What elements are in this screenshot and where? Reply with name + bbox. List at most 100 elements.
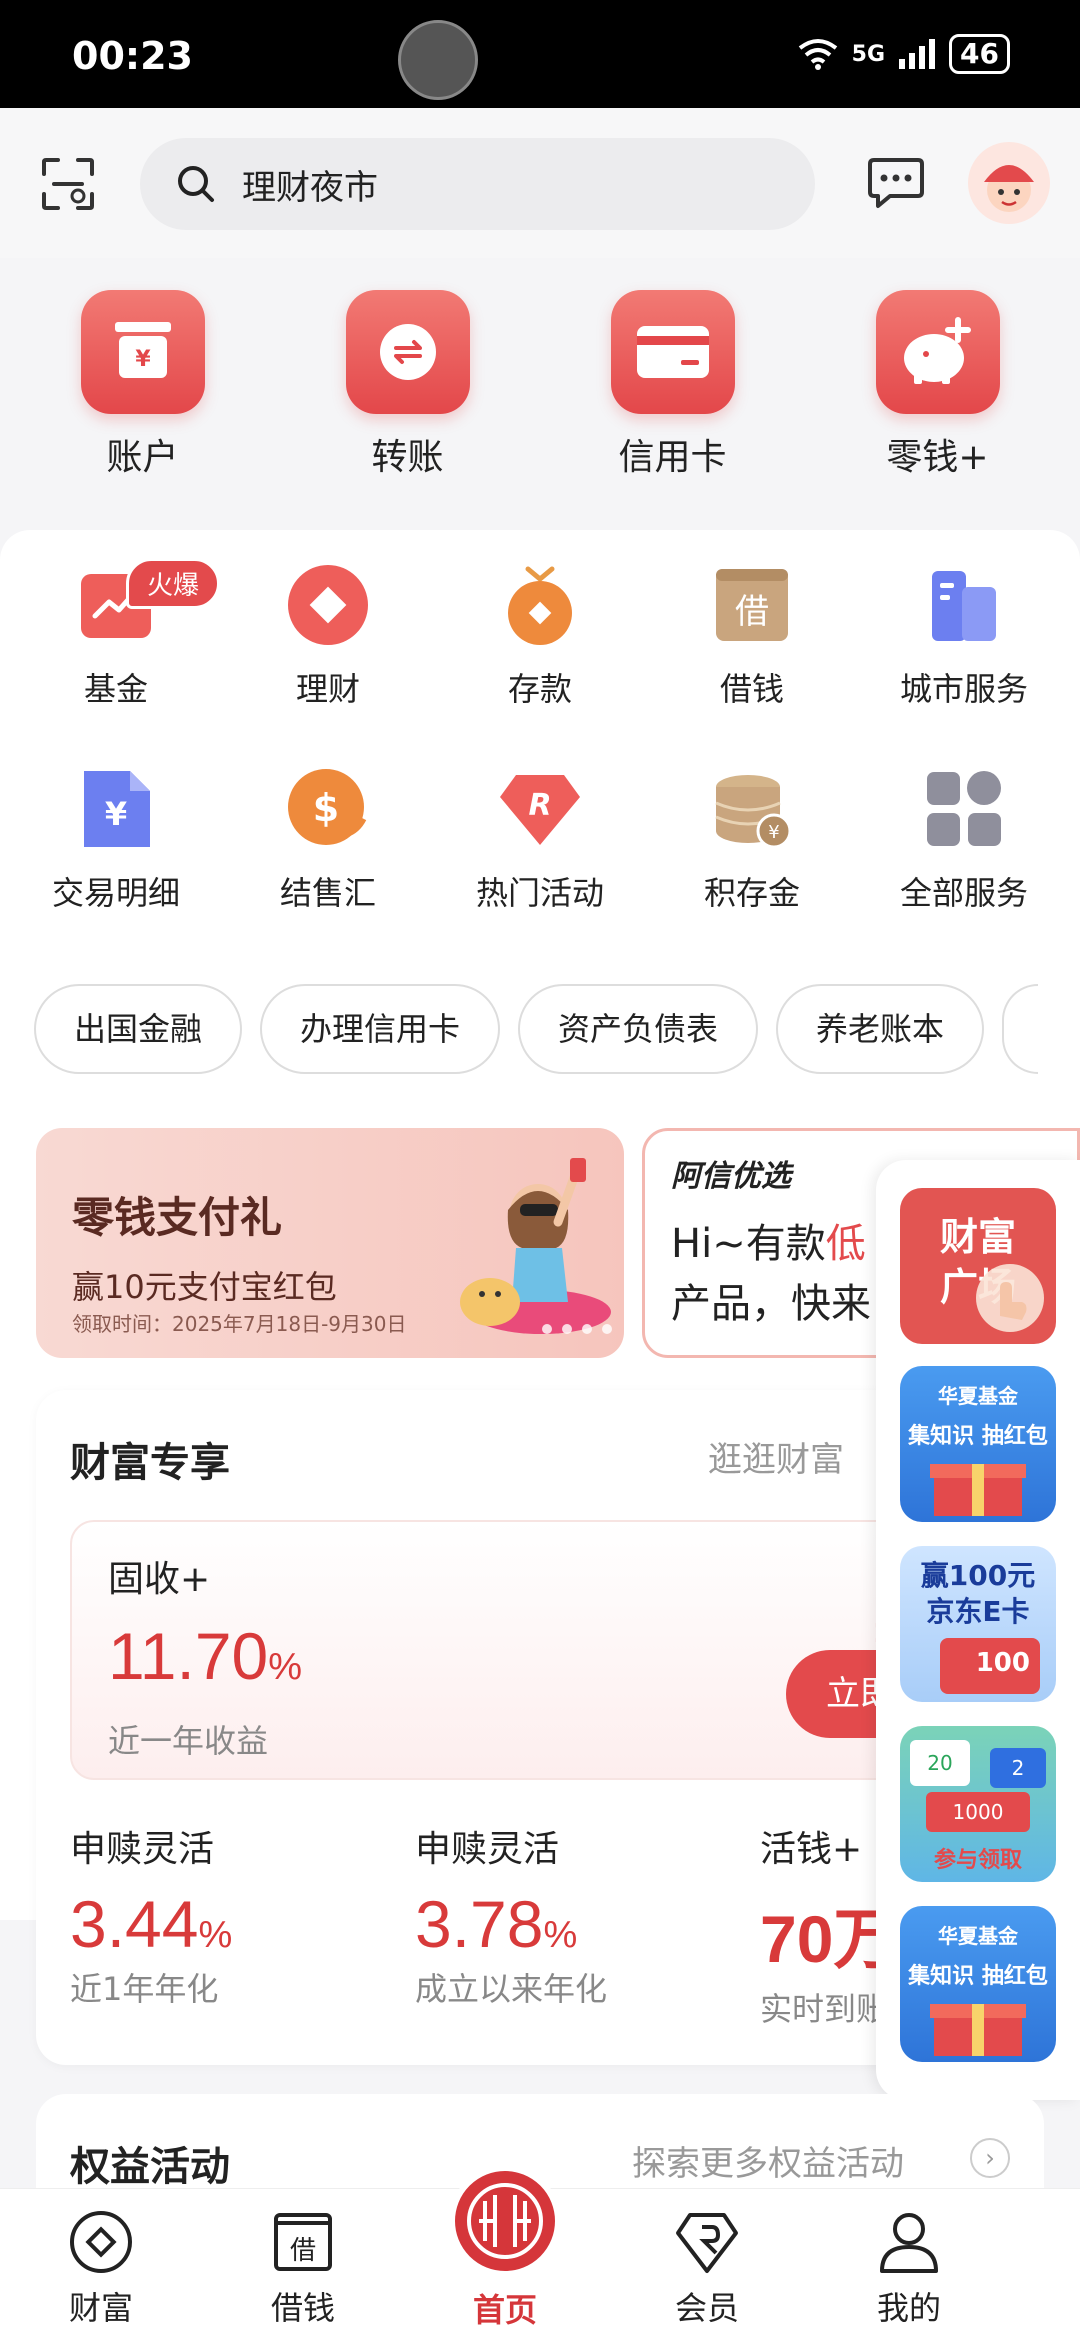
shortcut-transfer[interactable]: 转账 xyxy=(275,290,540,510)
service-label: 积存金 xyxy=(703,874,800,912)
float-huaxia-fund[interactable]: 华夏基金 集知识 抽红包 xyxy=(900,1366,1056,1522)
jd-card-amount: 100 xyxy=(940,1638,1040,1694)
service-label: 城市服务 xyxy=(899,670,1028,708)
banner2-line1: Hi~有款低 xyxy=(671,1221,866,1267)
credit-card-icon xyxy=(610,290,735,414)
chevron-right-icon[interactable]: › xyxy=(970,2138,1010,2178)
service-wealth[interactable]: 理财 xyxy=(222,560,434,710)
shortcut-account[interactable]: ¥ 账户 xyxy=(10,290,275,510)
wealth-nav-icon xyxy=(70,2211,132,2273)
nav-member[interactable]: 会员 xyxy=(606,2189,808,2340)
transfer-icon xyxy=(345,290,470,414)
gold-accumulation-icon: ¥ xyxy=(707,764,797,854)
svg-text:$: $ xyxy=(313,786,339,830)
svg-text:¥: ¥ xyxy=(135,347,151,372)
search-placeholder: 理财夜市 xyxy=(242,167,378,208)
status-icons: 5G 46 xyxy=(798,34,1010,74)
top-shortcuts: ¥ 账户 转账 信用卡 零钱+ xyxy=(0,290,1080,510)
rights-more-link[interactable]: 探索更多权益活动 xyxy=(632,2136,904,2185)
header: 理财夜市 xyxy=(0,108,1080,258)
shortcut-credit-card[interactable]: 信用卡 xyxy=(540,290,805,510)
scan-icon[interactable] xyxy=(40,156,96,212)
wallet-yuan-icon: ¥ xyxy=(80,290,205,414)
all-services-icon xyxy=(919,764,1009,854)
nav-home[interactable]: 首页 xyxy=(404,2165,606,2340)
float-huaxia-fund-2[interactable]: 华夏基金 集知识 抽红包 xyxy=(900,1906,1056,2062)
hot-badge: 火爆 xyxy=(126,558,221,609)
service-label: 理财 xyxy=(295,670,360,708)
chip-overseas-finance[interactable]: 出国金融 xyxy=(34,984,243,1074)
banner2-brand: 阿信优选 xyxy=(671,1159,791,1194)
status-center-avatar xyxy=(398,20,478,100)
gift-box-icon xyxy=(930,2004,1026,2056)
service-label: 基金 xyxy=(83,670,148,708)
service-label: 全部服务 xyxy=(899,874,1028,912)
section-title: 财富专享 xyxy=(70,1440,230,1486)
banner-title: 零钱支付礼 xyxy=(72,1193,283,1242)
service-transactions[interactable]: ¥ 交易明细 xyxy=(10,764,222,914)
floating-promo-panel: 财富广场 华夏基金 集知识 抽红包 赢100元 京东E卡 100 20 2 10… xyxy=(876,1160,1080,2100)
chip-apply-credit-card[interactable]: 办理信用卡 xyxy=(260,984,501,1074)
service-borrow[interactable]: 借 借钱 xyxy=(646,560,858,710)
col-label: 近1年年化 xyxy=(70,1970,219,2008)
product-rate: 11.70% xyxy=(108,1619,303,1693)
packet-2: 2 xyxy=(990,1748,1046,1788)
service-fx[interactable]: $ 结售汇 xyxy=(222,764,434,914)
svg-text:R: R xyxy=(528,788,551,823)
float-text: 赢100元 xyxy=(920,1559,1036,1592)
product-col[interactable]: 申赎灵活 3.44% 近1年年化 xyxy=(70,1820,415,2030)
service-label: 借钱 xyxy=(719,670,784,708)
chip-balance-sheet[interactable]: 资产负债表 xyxy=(518,984,759,1074)
borrow-nav-icon: 借 xyxy=(274,2213,332,2271)
packet-20: 20 xyxy=(910,1740,970,1786)
nav-label: 财富 xyxy=(68,2289,133,2327)
nav-label: 首页 xyxy=(472,2291,537,2329)
float-red-packet[interactable]: 20 2 1000 参与领取 xyxy=(900,1726,1056,1882)
network-type: 5G xyxy=(851,41,886,67)
col-rate: 3.44% xyxy=(70,1887,233,1961)
nav-borrow[interactable]: 借 借钱 xyxy=(202,2189,404,2340)
service-label: 结售汇 xyxy=(279,874,376,912)
nav-profile[interactable]: 我的 xyxy=(808,2189,1010,2340)
float-wealth-square[interactable]: 财富广场 xyxy=(900,1188,1056,1344)
float-text: 集知识 抽红包 xyxy=(908,1424,1048,1449)
hand-tap-icon xyxy=(976,1264,1044,1332)
service-label: 热门活动 xyxy=(475,874,604,912)
shortcut-change-plus[interactable]: 零钱+ xyxy=(805,290,1070,510)
signal-icon xyxy=(899,39,936,69)
section-title: 权益活动 xyxy=(70,2144,230,2190)
product-col[interactable]: 申赎灵活 3.78% 成立以来年化 xyxy=(415,1820,760,2030)
float-brand: 华夏基金 xyxy=(938,1924,1018,1948)
float-text: 京东E卡 xyxy=(926,1595,1030,1628)
gift-box-icon xyxy=(930,1464,1026,1516)
search-bar[interactable]: 理财夜市 xyxy=(140,138,815,230)
service-hot-activity[interactable]: R 热门活动 xyxy=(434,764,646,914)
col-rate: 3.78% xyxy=(415,1887,578,1961)
chip-more[interactable] xyxy=(1002,984,1039,1074)
nav-label: 借钱 xyxy=(270,2289,335,2327)
product-name: 固收+ xyxy=(108,1559,211,1600)
girl-illustration-icon xyxy=(460,1158,611,1334)
message-icon[interactable] xyxy=(866,152,926,212)
user-avatar[interactable] xyxy=(968,142,1050,224)
wealth-more-link[interactable]: 逛逛财富 xyxy=(708,1432,844,1481)
float-jd-card[interactable]: 赢100元 京东E卡 100 xyxy=(900,1546,1056,1702)
shortcut-label: 账户 xyxy=(106,437,179,478)
carousel-dots xyxy=(542,1324,612,1334)
service-label: 存款 xyxy=(507,670,572,708)
service-gold[interactable]: ¥ 积存金 xyxy=(646,764,858,914)
service-city[interactable]: 城市服务 xyxy=(858,560,1070,710)
quick-chips: 出国金融 办理信用卡 资产负债表 养老账本 xyxy=(34,984,1039,1074)
service-deposit[interactable]: 存款 xyxy=(434,560,646,710)
service-all[interactable]: 全部服务 xyxy=(858,764,1070,914)
svg-text:¥: ¥ xyxy=(768,822,779,843)
banner-subtitle: 赢10元支付宝红包 xyxy=(72,1268,337,1306)
chip-pension-ledger[interactable]: 养老账本 xyxy=(776,984,985,1074)
service-fund[interactable]: 火爆 基金 xyxy=(10,558,222,710)
shortcut-label: 转账 xyxy=(371,437,444,478)
col-name: 申赎灵活 xyxy=(415,1829,560,1870)
promo-banner-change-pay[interactable]: 零钱支付礼 赢10元支付宝红包 领取时间：2025年7月18日-9月30日 xyxy=(36,1128,624,1358)
bottom-navigation: 财富 借 借钱 首页 会员 我的 xyxy=(0,2165,1080,2340)
nav-wealth[interactable]: 财富 xyxy=(0,2189,202,2340)
search-icon xyxy=(178,166,214,202)
